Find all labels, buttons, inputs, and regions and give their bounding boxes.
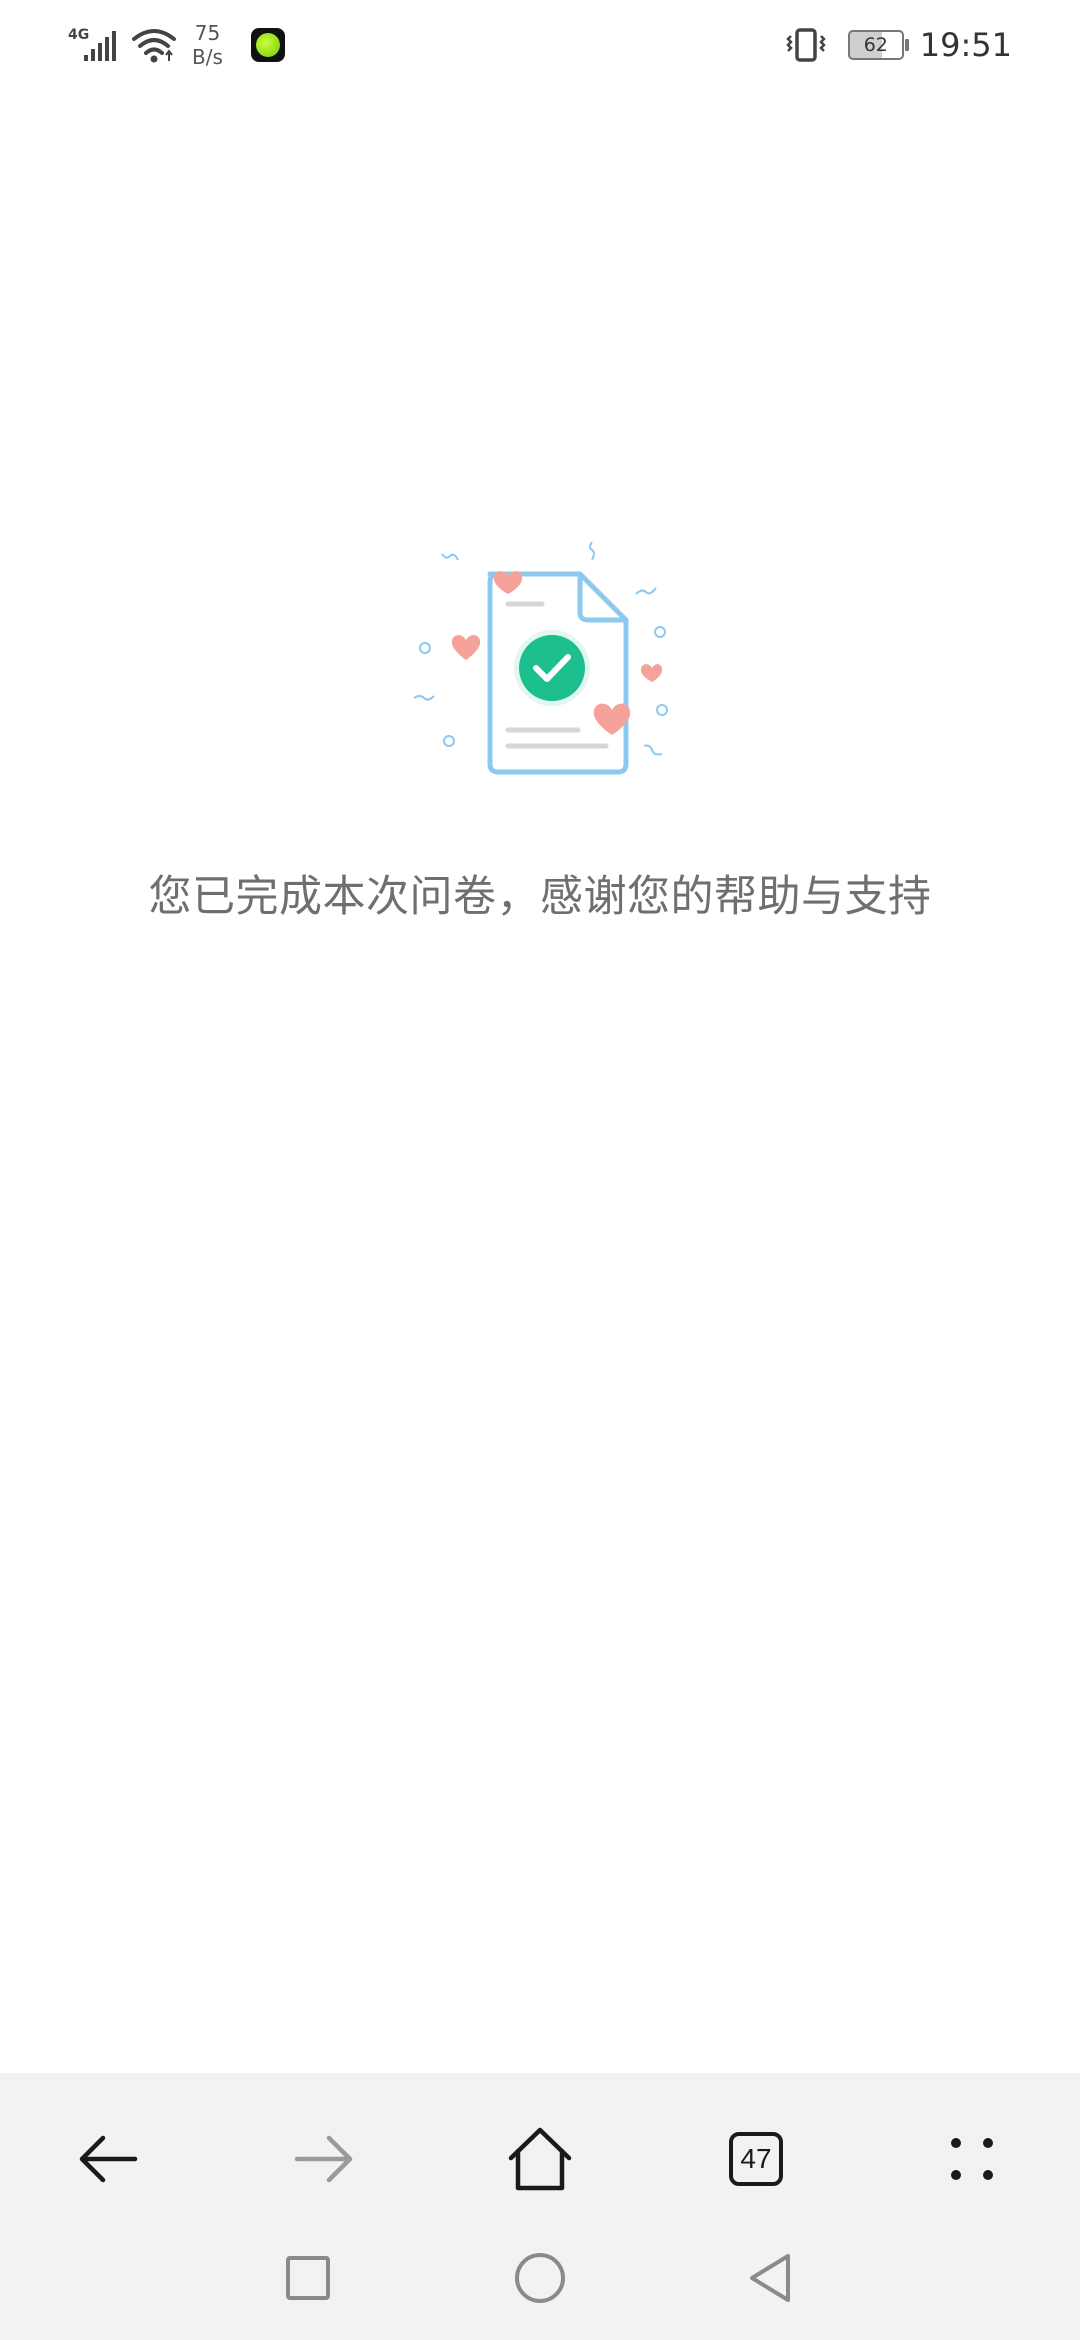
tabs-icon: 47 xyxy=(729,2132,783,2186)
back-button[interactable] xyxy=(68,2119,148,2199)
status-time: 19:51 xyxy=(919,26,1012,64)
network-type-label: 4G xyxy=(68,27,89,43)
wifi-icon xyxy=(132,29,176,63)
status-right-group: 62 19:51 xyxy=(784,0,1012,90)
tabs-button[interactable]: 47 xyxy=(716,2119,796,2199)
system-back-button[interactable] xyxy=(740,2248,800,2308)
menu-button[interactable] xyxy=(932,2119,1012,2199)
tabs-count: 47 xyxy=(740,2143,772,2174)
back-triangle-icon xyxy=(750,2254,790,2302)
battery-level: 62 xyxy=(863,34,888,56)
recent-apps-icon xyxy=(286,2256,330,2300)
recent-apps-button[interactable] xyxy=(278,2248,338,2308)
network-speed: 75 B/s xyxy=(192,21,223,69)
system-home-button[interactable] xyxy=(510,2248,570,2308)
network-speed-value: 75 xyxy=(194,21,221,45)
home-button[interactable] xyxy=(500,2119,580,2199)
forward-arrow-icon xyxy=(294,2135,353,2183)
home-icon xyxy=(508,2127,572,2191)
network-speed-unit: B/s xyxy=(192,45,223,69)
vibrate-icon xyxy=(786,28,826,62)
forward-button[interactable] xyxy=(284,2119,364,2199)
app-notification-icon xyxy=(250,28,285,62)
status-bar: 4G 75 B/s 62 19:51 xyxy=(0,0,1080,90)
status-left-group: 4G 75 B/s xyxy=(68,0,285,90)
survey-complete-document-icon xyxy=(413,541,668,775)
completion-message: 您已完成本次问卷，感谢您的帮助与支持 xyxy=(148,872,932,922)
cellular-signal-icon: 4G xyxy=(68,27,116,61)
menu-icon xyxy=(951,2138,993,2180)
home-circle-icon xyxy=(515,2253,565,2303)
back-arrow-icon xyxy=(79,2135,138,2183)
page: 4G 75 B/s 62 19:51 您已完成本次问卷，感谢您的帮助与支持 47 xyxy=(0,0,1080,2340)
battery-icon: 62 xyxy=(847,30,909,60)
